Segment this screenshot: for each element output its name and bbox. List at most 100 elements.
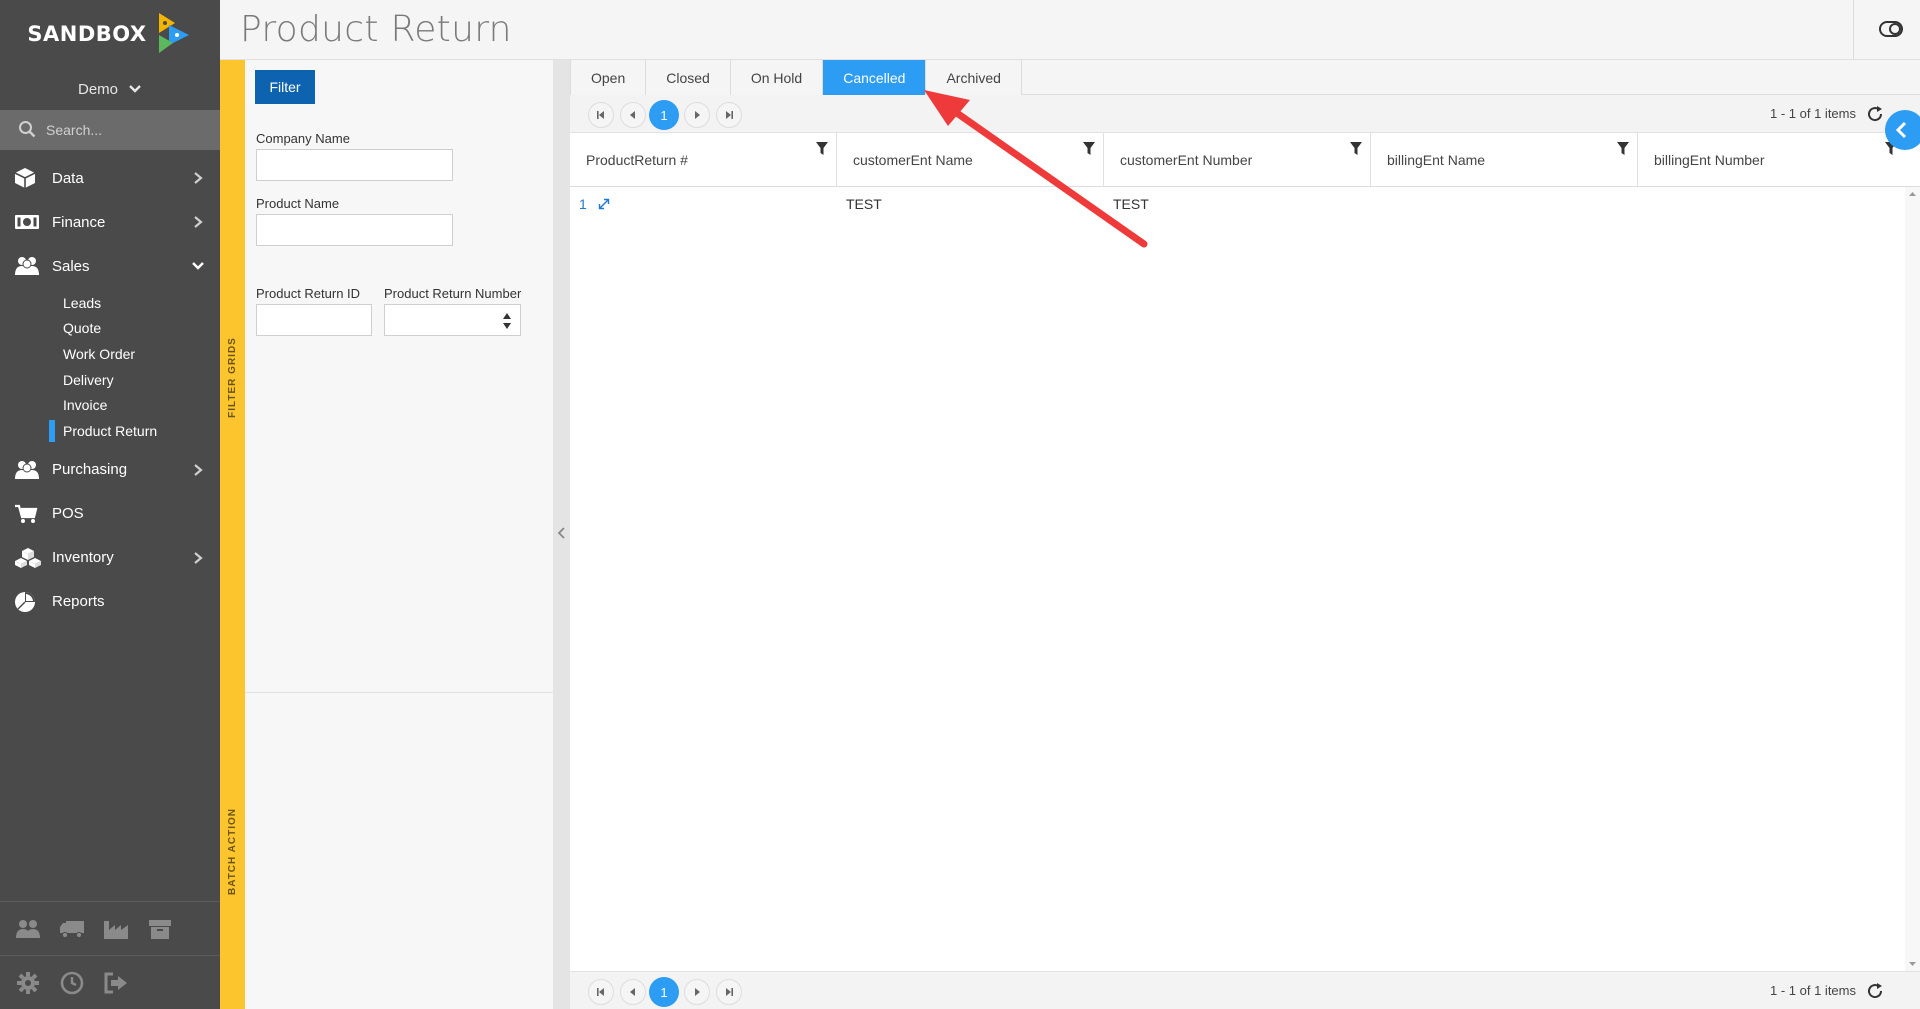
filter-funnel-icon[interactable]	[1617, 142, 1629, 156]
truck-icon[interactable]	[58, 915, 86, 943]
prev-page-button[interactable]	[620, 102, 646, 128]
column-header-customer-number[interactable]: customerEnt Number	[1104, 133, 1371, 187]
next-page-button[interactable]	[684, 979, 710, 1005]
company-name-input[interactable]	[256, 149, 453, 181]
shortcut-row	[0, 901, 220, 955]
next-page-button[interactable]	[684, 102, 710, 128]
org-selector[interactable]: Demo	[0, 68, 220, 110]
column-header-product-return-number[interactable]: ProductReturn #	[570, 133, 837, 187]
brand[interactable]: SANDBOX	[0, 0, 220, 68]
nav-item-inventory[interactable]: Inventory	[0, 536, 220, 580]
tab-batch-action[interactable]: BATCH ACTION	[220, 694, 245, 1009]
side-tab-strip: FILTER GRIDS BATCH ACTION	[220, 60, 245, 1009]
tab-filter-grids[interactable]: FILTER GRIDS	[220, 60, 245, 694]
nav-item-finance[interactable]: Finance	[0, 200, 220, 244]
column-header-customer-name[interactable]: customerEnt Name	[837, 133, 1104, 187]
factory-icon[interactable]	[102, 915, 130, 943]
first-page-icon	[597, 111, 604, 119]
nav-label: POS	[52, 505, 84, 523]
cell-customer-number: TEST	[1113, 196, 1149, 212]
chevron-down-icon	[128, 81, 142, 98]
company-name-label: Company Name	[256, 131, 350, 146]
tab-closed[interactable]: Closed	[646, 60, 731, 95]
page-title: Product Return	[240, 9, 512, 50]
filter-button[interactable]: Filter	[255, 70, 315, 104]
toggle-switch-icon[interactable]	[1878, 18, 1904, 42]
sidebar-item-product-return[interactable]: Product Return	[0, 418, 220, 444]
settings-row	[0, 955, 220, 1009]
next-page-icon	[695, 988, 700, 996]
cell-billing-number	[1647, 187, 1897, 221]
last-page-button[interactable]	[716, 979, 742, 1005]
page-header: Product Return	[220, 0, 1920, 60]
collapse-panel-handle[interactable]	[553, 60, 570, 1009]
first-page-button[interactable]	[588, 102, 614, 128]
nav-label: Finance	[52, 213, 106, 231]
search-input[interactable]: Search...	[0, 110, 220, 150]
pager-bottom: 1 1 - 1 of 1 items	[570, 971, 1920, 1009]
column-header-billing-number[interactable]: billingEnt Number	[1638, 133, 1905, 187]
tab-filter-grids-label: FILTER GRIDS	[227, 336, 239, 418]
prev-page-icon	[630, 111, 635, 119]
sidebar: SANDBOX Demo Search... Data Finance Sale…	[0, 0, 220, 1009]
sidebar-item-work-order[interactable]: Work Order	[0, 341, 220, 367]
scroll-down-icon[interactable]	[1905, 959, 1920, 969]
filter-funnel-icon[interactable]	[1083, 142, 1095, 156]
chevron-left-icon	[1895, 121, 1907, 139]
users-icon	[14, 254, 42, 278]
vertical-scrollbar[interactable]	[1905, 187, 1920, 971]
product-name-input[interactable]	[256, 214, 453, 246]
nav-item-pos[interactable]: POS	[0, 492, 220, 536]
panel-divider	[245, 692, 553, 693]
gear-icon[interactable]	[14, 969, 42, 997]
main-nav: Data Finance Sales Leads Quote Work Orde…	[0, 150, 220, 624]
sidebar-footer	[0, 901, 220, 1009]
filter-funnel-icon[interactable]	[1350, 142, 1362, 156]
last-page-button[interactable]	[716, 102, 742, 128]
nav-item-purchasing[interactable]: Purchasing	[0, 448, 220, 492]
archive-icon[interactable]	[146, 915, 174, 943]
nav-label: Reports	[52, 593, 105, 611]
scroll-up-icon[interactable]	[1905, 189, 1920, 199]
grid-body: 1 TEST TEST	[570, 187, 1905, 971]
page-number-button[interactable]: 1	[649, 977, 679, 1007]
users-icon[interactable]	[14, 915, 42, 943]
page-number-button[interactable]: 1	[649, 100, 679, 130]
sales-submenu: Leads Quote Work Order Delivery Invoice …	[0, 288, 220, 448]
nav-item-data[interactable]: Data	[0, 156, 220, 200]
nav-label: Purchasing	[52, 461, 128, 479]
first-page-button[interactable]	[588, 979, 614, 1005]
header-divider	[1853, 0, 1854, 60]
filter-panel: Filter Company Name Product Name Product…	[245, 60, 553, 1009]
refresh-icon[interactable]	[1864, 103, 1886, 125]
grid-header: ProductReturn # customerEnt Name custome…	[570, 133, 1920, 187]
column-title: billingEnt Name	[1387, 152, 1486, 168]
sidebar-item-quote[interactable]: Quote	[0, 316, 220, 342]
cube-icon	[14, 166, 42, 190]
logout-icon[interactable]	[102, 969, 130, 997]
refresh-icon[interactable]	[1864, 980, 1886, 1002]
expand-side-panel-button[interactable]	[1885, 110, 1920, 150]
table-row[interactable]: 1 TEST TEST	[570, 187, 1905, 221]
sidebar-item-invoice[interactable]: Invoice	[0, 392, 220, 418]
spinner-arrows-icon[interactable]	[502, 312, 512, 330]
nav-label: Sales	[52, 257, 90, 275]
sidebar-item-leads[interactable]: Leads	[0, 290, 220, 316]
sidebar-item-delivery[interactable]: Delivery	[0, 367, 220, 393]
nav-item-sales[interactable]: Sales	[0, 244, 220, 288]
filter-funnel-icon[interactable]	[816, 142, 828, 156]
nav-item-reports[interactable]: Reports	[0, 580, 220, 624]
product-return-number-stepper[interactable]	[384, 304, 521, 336]
clock-icon[interactable]	[58, 969, 86, 997]
prev-page-button[interactable]	[620, 979, 646, 1005]
chevron-right-icon	[190, 550, 206, 566]
tab-cancelled[interactable]: Cancelled	[823, 60, 927, 95]
record-id-link[interactable]: 1	[579, 196, 587, 212]
expand-icon[interactable]	[597, 197, 611, 211]
tab-on-hold[interactable]: On Hold	[730, 60, 824, 95]
tab-archived[interactable]: Archived	[926, 60, 1022, 95]
product-return-id-input[interactable]	[256, 304, 372, 336]
tab-open[interactable]: Open	[570, 60, 647, 95]
org-name: Demo	[77, 80, 118, 98]
column-header-billing-name[interactable]: billingEnt Name	[1371, 133, 1638, 187]
